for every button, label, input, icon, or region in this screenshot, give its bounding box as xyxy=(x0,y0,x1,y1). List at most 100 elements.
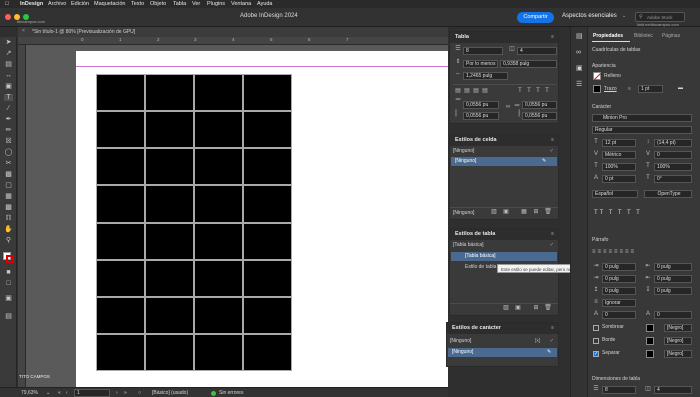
indent-right-field[interactable]: 0 pulg xyxy=(654,263,692,271)
leading-field[interactable]: (14,4 pt) xyxy=(654,139,692,147)
inset-left-field[interactable]: 0,0556 pu xyxy=(463,112,499,120)
shading-checkbox[interactable] xyxy=(593,325,599,331)
table-style-item-selected[interactable]: [Tabla básica] xyxy=(451,252,557,261)
delete-style-icon[interactable]: 🗑 xyxy=(544,209,552,216)
table-cell[interactable] xyxy=(96,333,145,371)
first-line-field[interactable]: 0 pulg xyxy=(602,275,636,283)
rotate-text-90-icon[interactable]: T xyxy=(525,88,533,95)
menu-ventana[interactable]: Ventana xyxy=(231,0,251,8)
menu-edicion[interactable]: Edición xyxy=(71,0,89,8)
document-tab[interactable]: × *Sin título-1 @ 80% [Previsualización … xyxy=(18,27,448,37)
master-status[interactable]: [Básico] (usado) xyxy=(152,390,188,397)
delete-style-icon[interactable]: 🗑 xyxy=(544,305,552,312)
menu-ayuda[interactable]: Ayuda xyxy=(257,0,273,8)
type-tool-icon[interactable]: T xyxy=(4,94,13,101)
table-cell[interactable] xyxy=(243,296,292,334)
separate-swatch-select[interactable]: [Negro] xyxy=(664,350,692,358)
rotate-text-icon[interactable]: T xyxy=(516,88,524,95)
rectangle-frame-icon[interactable]: ☒ xyxy=(4,138,13,145)
new-style-icon[interactable]: ⊞ xyxy=(532,305,540,312)
table-cell[interactable] xyxy=(243,259,292,297)
vertical-scale-field[interactable]: 100% xyxy=(602,163,636,171)
next-page-icon[interactable]: › xyxy=(116,390,118,397)
prev-page-icon[interactable]: ‹ xyxy=(66,390,68,397)
clear-overrides-icon[interactable]: ▣ xyxy=(514,305,522,312)
table-cell[interactable] xyxy=(145,185,194,223)
horizontal-ruler[interactable]: 0 1 2 3 4 5 6 7 xyxy=(18,37,448,45)
align-bottom-icon[interactable]: ▤ xyxy=(472,88,480,95)
menu-archivo[interactable]: Archivo xyxy=(48,0,66,8)
table-cell[interactable] xyxy=(145,74,194,112)
justify-vertical-icon[interactable]: ▤ xyxy=(481,88,489,95)
stroke-type-icon[interactable]: ▬ xyxy=(678,85,683,92)
table-cell[interactable] xyxy=(145,111,194,149)
swatches-panel-icon[interactable]: ▣ xyxy=(576,65,583,72)
chevron-down-icon[interactable]: ⌄ xyxy=(46,390,50,397)
new-group-icon[interactable]: ▦ xyxy=(520,209,528,216)
vertical-ruler[interactable] xyxy=(18,45,26,387)
drop-lines-field[interactable]: 0 xyxy=(602,311,636,319)
dims-rows-field[interactable]: 8 xyxy=(602,386,636,394)
skew-field[interactable]: 0° xyxy=(654,175,692,183)
menu-indesign[interactable]: InDesign xyxy=(20,0,43,8)
table-cell[interactable] xyxy=(96,111,145,149)
table-cell[interactable] xyxy=(145,148,194,186)
inset-top-field[interactable]: 0,0556 pu xyxy=(463,101,499,109)
tab-libraries[interactable]: Bibliotec xyxy=(634,33,653,40)
screen-mode-icon[interactable]: ▤ xyxy=(4,313,13,320)
font-size-field[interactable]: 12 pt xyxy=(602,139,636,147)
panel-menu-icon[interactable]: ≡ xyxy=(551,325,554,332)
border-swatch-select[interactable]: [Negro] xyxy=(664,337,692,345)
zoom-tool-icon[interactable]: ⚲ xyxy=(4,237,13,244)
table-cell[interactable] xyxy=(96,148,145,186)
menu-objeto[interactable]: Objeto xyxy=(150,0,166,8)
table-cell[interactable] xyxy=(243,111,292,149)
last-line-field[interactable]: 0 pulg xyxy=(654,275,692,283)
caps-buttons-icon[interactable]: TT T T T T xyxy=(594,210,642,217)
table-cell[interactable] xyxy=(96,74,145,112)
free-transform-icon[interactable]: ▩ xyxy=(4,171,13,178)
table-cell[interactable] xyxy=(194,111,243,149)
table-cell[interactable] xyxy=(96,259,145,297)
pages-panel-icon[interactable]: ▤ xyxy=(576,33,583,40)
rotate-text-180-icon[interactable]: T xyxy=(534,88,542,95)
table-cell[interactable] xyxy=(145,296,194,334)
pencil-tool-icon[interactable]: ✏ xyxy=(4,127,13,134)
separate-swatch-chip[interactable] xyxy=(646,350,654,358)
space-after-field[interactable]: 0 pulg xyxy=(654,287,692,295)
drop-chars-field[interactable]: 0 xyxy=(654,311,692,319)
line-tool-icon[interactable]: ∕ xyxy=(4,105,13,112)
gradient-swatch-icon[interactable]: ▢ xyxy=(4,182,13,189)
char-style-item-selected[interactable]: [Ninguno] xyxy=(448,348,557,357)
table-cell[interactable] xyxy=(243,185,292,223)
lightning-icon[interactable]: ✓ xyxy=(550,242,554,249)
apply-none-icon[interactable]: □ xyxy=(4,280,13,287)
hyphenation-select[interactable]: Ignorar xyxy=(602,299,636,307)
pasteboard[interactable]: TITO CAMPOS xyxy=(19,45,448,387)
border-checkbox[interactable] xyxy=(593,338,599,344)
lightning-icon[interactable]: ✓ xyxy=(550,338,554,345)
table-cell[interactable] xyxy=(243,148,292,186)
hand-tool-icon[interactable]: ✋ xyxy=(4,226,13,233)
share-button[interactable]: Compartir xyxy=(517,12,554,23)
table-cell[interactable] xyxy=(96,222,145,260)
stroke-weight-field[interactable]: 1 pt xyxy=(638,85,663,93)
baseline-shift-field[interactable]: 0 pt xyxy=(602,175,636,183)
note-tool-icon[interactable]: ▩ xyxy=(4,204,13,211)
document-page[interactable] xyxy=(76,51,448,387)
apply-color-icon[interactable]: ■ xyxy=(4,269,13,276)
font-style-select[interactable]: Regular xyxy=(592,126,692,134)
table-cell[interactable] xyxy=(194,259,243,297)
table-frame[interactable] xyxy=(96,74,292,371)
kerning-field[interactable]: Métrico xyxy=(602,151,636,159)
menu-ver[interactable]: Ver xyxy=(192,0,200,8)
rows-field[interactable]: 8 xyxy=(463,47,503,55)
stroke-label[interactable]: Trazo xyxy=(604,86,617,93)
ellipse-tool-icon[interactable]: ◯ xyxy=(4,149,13,156)
table-cell[interactable] xyxy=(243,333,292,371)
border-swatch-chip[interactable] xyxy=(646,337,654,345)
table-cell[interactable] xyxy=(194,222,243,260)
table-cell[interactable] xyxy=(145,259,194,297)
table-cell[interactable] xyxy=(243,222,292,260)
page-number-field[interactable]: 1 xyxy=(74,389,110,397)
